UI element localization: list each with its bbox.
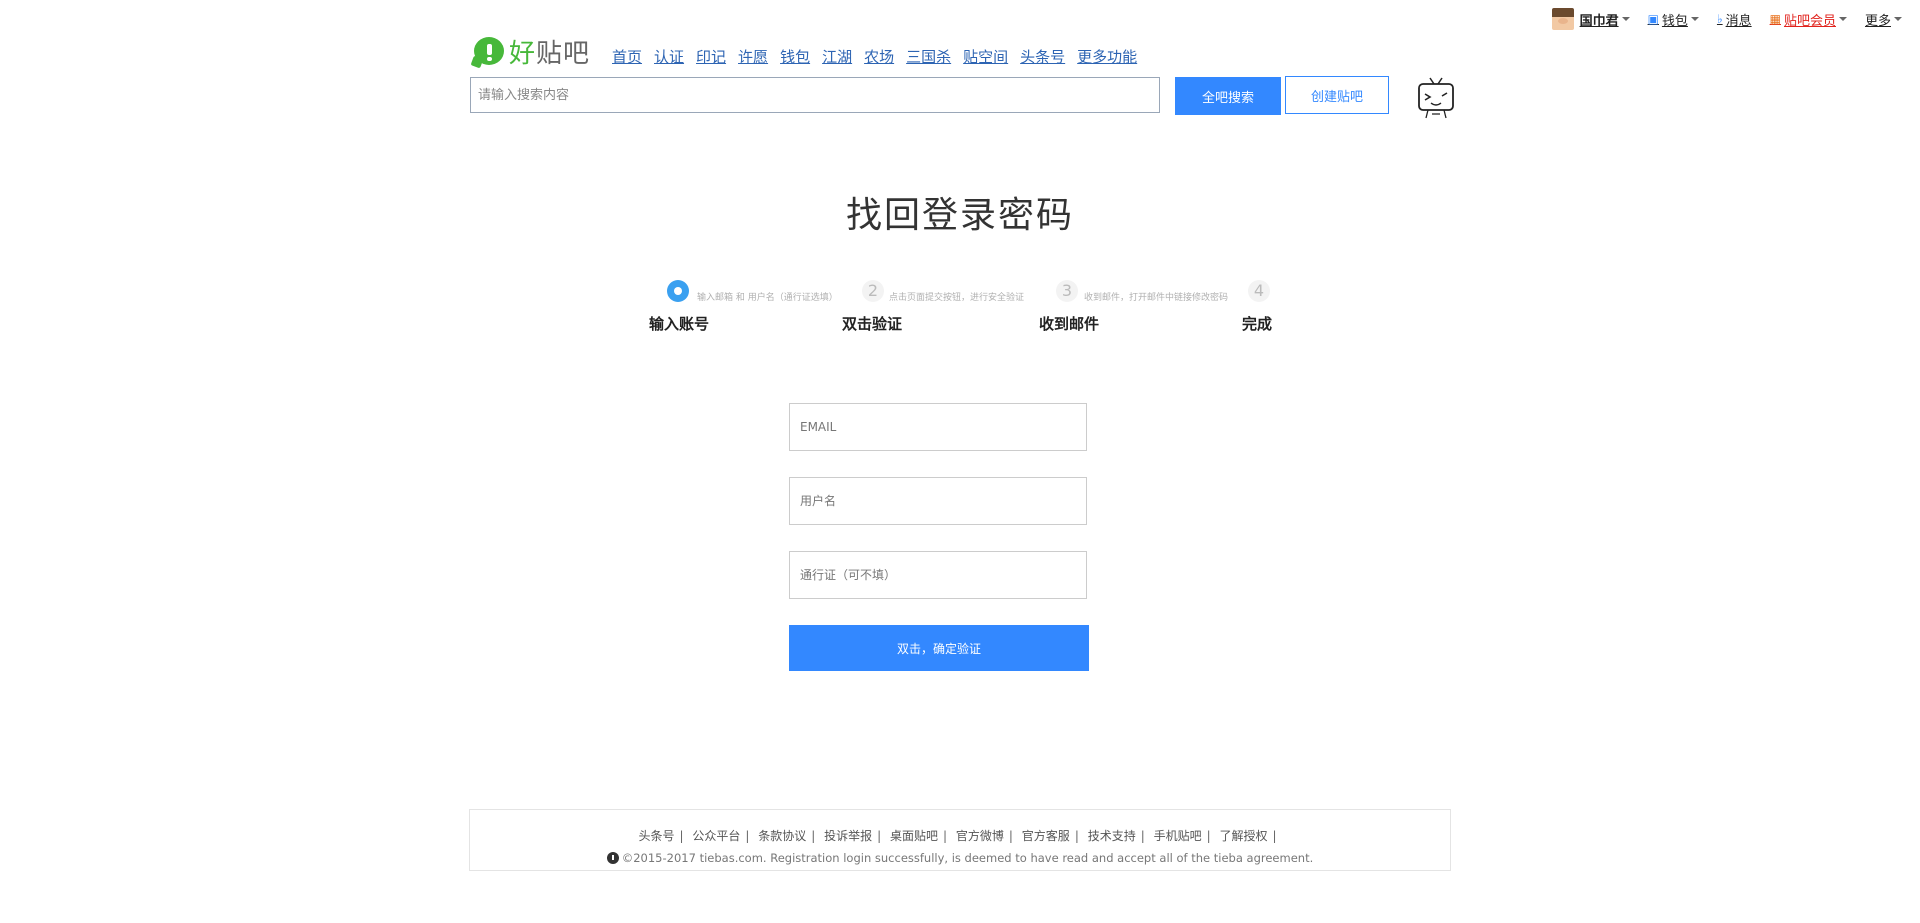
footer-link-complaint[interactable]: 投诉举报: [824, 829, 872, 843]
progress-steps: 输入邮箱 和 用户名（通行证选填） 输入账号 2 点击页面提交按钮，进行安全验证…: [640, 280, 1280, 340]
messages-label: 消息: [1725, 13, 1752, 29]
divider: |: [745, 829, 750, 843]
divider: |: [1272, 829, 1277, 843]
step-3-hint: 收到邮件，打开邮件中链接修改密码: [1084, 293, 1229, 303]
member-menu[interactable]: ▦ 贴吧会员: [1770, 10, 1847, 29]
nav-more-features[interactable]: 更多功能: [1077, 46, 1137, 67]
step-2-indicator: 2: [862, 280, 884, 302]
tieba-logo-icon: [606, 852, 619, 864]
footer-link-desktop[interactable]: 桌面贴吧: [890, 829, 938, 843]
divider: |: [1008, 829, 1013, 843]
footer-link-terms[interactable]: 条款协议: [758, 829, 806, 843]
footer: 头条号 | 公众平台 | 条款协议 | 投诉举报 | 桌面贴吧 | 官方微博 | 官方客服 |…: [469, 809, 1451, 871]
nav-farm[interactable]: 农场: [864, 46, 894, 67]
confirm-verify-button[interactable]: 双击，确定验证: [789, 625, 1089, 671]
nav-space[interactable]: 贴空间: [963, 46, 1008, 67]
footer-link-mobile[interactable]: 手机贴吧: [1154, 829, 1202, 843]
step-2-hint: 点击页面提交按钮，进行安全验证: [889, 293, 1025, 303]
divider: |: [1140, 829, 1145, 843]
search-all-button[interactable]: 全吧搜索: [1175, 77, 1281, 115]
passport-field[interactable]: [789, 551, 1087, 599]
nav-sanguosha[interactable]: 三国杀: [906, 46, 951, 67]
divider: |: [811, 829, 816, 843]
user-bar: 国巾君 ▣ 钱包 ♭ 消息 ▦ 贴吧会员 更多: [1551, 8, 1920, 30]
email-field[interactable]: [789, 403, 1087, 451]
nav-wallet[interactable]: 钱包: [780, 46, 810, 67]
step-4-indicator: 4: [1248, 280, 1270, 302]
step-2-label: 双击验证: [842, 315, 903, 333]
username-field[interactable]: [789, 477, 1087, 525]
divider: |: [679, 829, 684, 843]
search-input[interactable]: [470, 77, 1160, 113]
footer-link-service[interactable]: 官方客服: [1022, 829, 1070, 843]
copyright-text: ©2015-2017 tiebas.com. Registration logi…: [621, 851, 1314, 865]
footer-link-support[interactable]: 技术支持: [1088, 829, 1136, 843]
logo-bubble-icon: [474, 36, 506, 67]
create-bar-button[interactable]: 创建贴吧: [1285, 76, 1389, 114]
username: 国巾君: [1579, 13, 1619, 29]
nav-home[interactable]: 首页: [612, 46, 642, 67]
wallet-label: 钱包: [1661, 13, 1688, 29]
step-3-indicator: 3: [1056, 280, 1078, 302]
page-title: 找回登录密码: [845, 195, 1074, 236]
nav-jianghu[interactable]: 江湖: [822, 46, 852, 67]
caret-down-icon: [1690, 17, 1699, 21]
more-menu[interactable]: 更多: [1865, 10, 1902, 29]
messages-link[interactable]: ♭ 消息: [1717, 10, 1752, 29]
footer-link-public-platform[interactable]: 公众平台: [692, 829, 740, 843]
wallet-menu[interactable]: ▣ 钱包: [1648, 10, 1699, 29]
logo-text-part1: 好: [509, 39, 537, 69]
caret-down-icon: [1838, 17, 1847, 21]
logo-text: 好贴吧: [509, 33, 590, 70]
step-3-label: 收到邮件: [1039, 315, 1100, 333]
member-label: 贴吧会员: [1783, 13, 1836, 29]
wallet-icon: ▣: [1647, 12, 1659, 26]
logo-text-part2: 贴吧: [536, 39, 591, 69]
footer-links: 头条号 | 公众平台 | 条款协议 | 投诉举报 | 桌面贴吧 | 官方微博 | 官方客服 |…: [470, 827, 1450, 844]
nav-mark[interactable]: 印记: [696, 46, 726, 67]
copyright: ©2015-2017 tiebas.com. Registration logi…: [470, 851, 1450, 865]
gift-icon: ▦: [1769, 12, 1781, 26]
footer-link-toutiao[interactable]: 头条号: [638, 829, 674, 843]
divider: |: [943, 829, 948, 843]
step-1-label: 输入账号: [649, 315, 710, 333]
step-1-hint: 输入邮箱 和 用户名（通行证选填）: [697, 293, 838, 303]
step-4-label: 完成: [1242, 315, 1273, 333]
nav-toutiao[interactable]: 头条号: [1020, 46, 1065, 67]
user-menu[interactable]: 国巾君: [1551, 8, 1630, 30]
more-label: 更多: [1864, 13, 1891, 29]
nav-verify[interactable]: 认证: [654, 46, 684, 67]
caret-down-icon: [1894, 17, 1902, 21]
divider: |: [1074, 829, 1079, 843]
tv-mascot-icon: [1418, 77, 1454, 119]
site-logo[interactable]: 好贴吧: [474, 33, 590, 70]
main-nav: 首页 认证 印记 许愿 钱包 江湖 农场 三国杀 贴空间 头条号 更多功能: [612, 46, 1149, 67]
bell-icon: ♭: [1716, 12, 1723, 26]
divider: |: [877, 829, 882, 843]
step-1-indicator: [667, 280, 689, 302]
footer-link-weibo[interactable]: 官方微博: [956, 829, 1004, 843]
avatar: [1551, 8, 1574, 30]
caret-down-icon: [1621, 17, 1630, 21]
nav-wish[interactable]: 许愿: [738, 46, 768, 67]
divider: |: [1206, 829, 1211, 843]
footer-link-license[interactable]: 了解授权: [1219, 829, 1267, 843]
